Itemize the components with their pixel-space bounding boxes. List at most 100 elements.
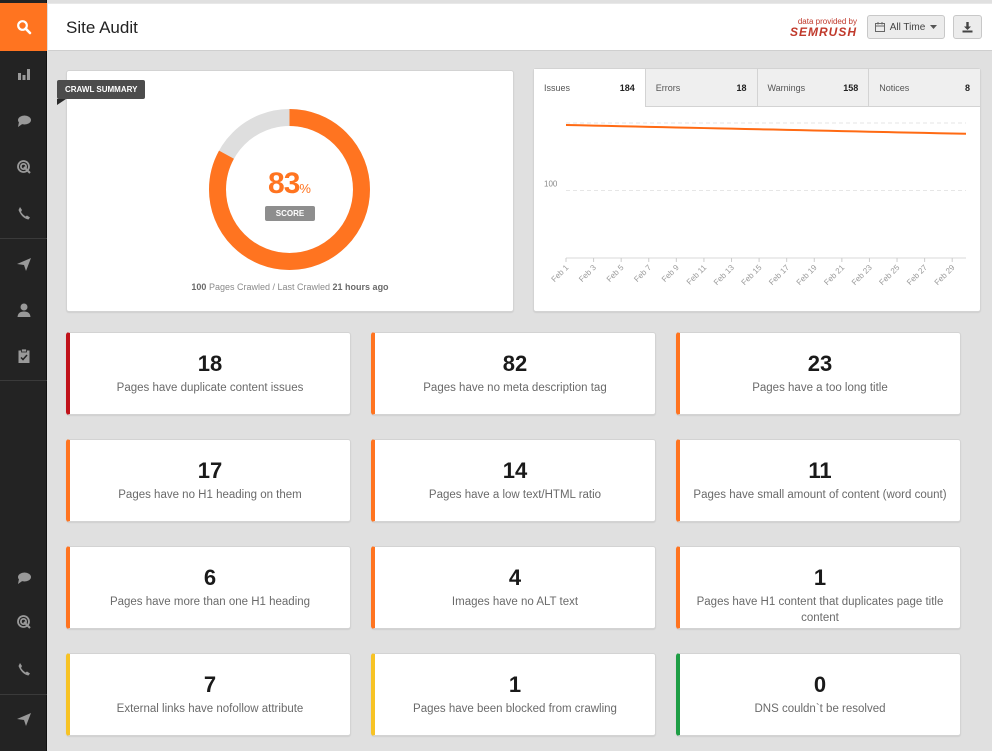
time-filter-dropdown[interactable]: All Time (867, 15, 945, 39)
sidebar (0, 0, 47, 751)
issue-count: 18 (197, 351, 223, 376)
sidebar-item-chat[interactable] (0, 98, 47, 144)
x-tick-label: Feb 11 (685, 263, 709, 287)
issue-card[interactable]: 82 Pages have no meta description tag (371, 332, 656, 415)
crawl-summary-ribbon: CRAWL SUMMARY (57, 80, 146, 99)
sidebar-item-chat-2[interactable] (0, 555, 47, 601)
x-tick-label: Feb 23 (850, 263, 874, 287)
x-tick-label: Feb 29 (933, 263, 957, 287)
sidebar-item-tasks[interactable] (0, 333, 47, 379)
x-tick-label: Feb 13 (712, 263, 736, 287)
issue-description: Pages have been blocked from crawling (413, 703, 617, 715)
issue-card[interactable]: 18 Pages have duplicate content issues (66, 332, 351, 415)
sidebar-item-target[interactable] (0, 144, 47, 190)
sidebar-item-user[interactable] (0, 287, 47, 333)
sidebar-item-search[interactable] (0, 3, 47, 51)
issue-count: 82 (502, 351, 528, 376)
issue-description: Pages have a low text/HTML ratio (428, 489, 602, 501)
issue-card[interactable]: 0 DNS couldn`t be resolved (676, 653, 961, 736)
issue-description: Pages have H1 content that duplicates pa… (696, 596, 944, 624)
issue-card[interactable]: 11 Pages have small amount of content (wo… (676, 439, 961, 522)
tab-label: Warnings (767, 82, 806, 93)
score-value: 83% (208, 167, 371, 201)
issue-description: Pages have duplicate content issues (116, 382, 304, 394)
x-tick-label: Feb 19 (795, 263, 819, 287)
semrush-logo: semrush (789, 25, 857, 39)
x-tick-label: Feb 25 (877, 263, 901, 287)
caret-down-icon (930, 25, 938, 29)
x-tick-label: Feb 21 (822, 263, 846, 287)
issue-card[interactable]: 1 Pages have been blocked from crawling (371, 653, 656, 736)
sidebar-item-analytics[interactable] (0, 51, 47, 97)
tab-notices[interactable]: Notices 8 (868, 69, 980, 107)
pages-crawled-count: 100 (191, 282, 207, 292)
download-icon (962, 21, 973, 32)
target-icon (16, 160, 31, 174)
phone-icon (18, 207, 30, 220)
tab-errors[interactable]: Errors 18 (644, 69, 757, 107)
search-icon (16, 20, 31, 35)
data-provider: data provided by semrush (790, 17, 857, 38)
page-header: Site Audit data provided by semrush All … (48, 3, 992, 51)
crawl-info: 100 Pages Crawled / Last Crawled 21 hour… (66, 282, 514, 292)
score-number: 83 (268, 167, 300, 200)
tab-count: 8 (964, 82, 970, 93)
issue-tabs: Issues 184 Errors 18 Warnings 158 Notices 8 (534, 69, 980, 107)
last-crawled-time: 21 hours ago (332, 282, 389, 292)
issue-description: DNS couldn`t be resolved (754, 703, 886, 715)
page-title: Site Audit (66, 18, 138, 37)
issue-description: Pages have no meta description tag (423, 382, 607, 394)
issue-count: 6 (203, 565, 217, 590)
sidebar-item-send[interactable] (0, 241, 47, 287)
issue-card[interactable]: 4 Images have no ALT text (371, 546, 656, 629)
issues-line-chart: 100 Feb 1 Feb 3 Feb 5 Feb 7 Feb 9 Feb 11 Feb 13… (544, 122, 967, 287)
tab-label: Notices (879, 82, 910, 93)
chat-icon (17, 572, 31, 584)
chat-icon (17, 115, 31, 127)
phone-icon (18, 663, 30, 676)
issue-card[interactable]: 1 Pages have H1 content that duplicates p… (676, 546, 961, 629)
send-icon (16, 713, 31, 726)
issue-card[interactable]: 23 Pages have a too long title (676, 332, 961, 415)
issue-card[interactable]: 7 External links have nofollow attribute (66, 653, 351, 736)
issue-count: 11 (808, 458, 832, 483)
issue-description: Pages have more than one H1 heading (109, 596, 311, 608)
issue-count: 4 (508, 565, 522, 590)
calendar-icon (874, 22, 885, 32)
x-tick-label: Feb 3 (577, 263, 598, 284)
issue-count: 0 (813, 672, 827, 697)
tab-warnings[interactable]: Warnings 158 (756, 69, 869, 107)
clipboard-check-icon (18, 348, 29, 363)
time-filter-value: All Time (889, 21, 926, 33)
issue-count: 14 (502, 458, 528, 483)
sidebar-item-send-2[interactable] (0, 696, 47, 742)
issue-description: Pages have no H1 heading on them (118, 489, 302, 501)
sidebar-item-phone-2[interactable] (0, 646, 47, 692)
bar-chart-icon (17, 69, 30, 80)
sidebar-divider (0, 694, 47, 695)
tab-issues[interactable]: Issues 184 (534, 69, 645, 107)
issues-chart-card: Issues 184 Errors 18 Warnings 158 Notices 8 … (533, 68, 981, 312)
x-tick-label: Feb 27 (905, 263, 929, 287)
send-icon (16, 258, 31, 271)
issue-card[interactable]: 14 Pages have a low text/HTML ratio (371, 439, 656, 522)
tab-count: 184 (619, 82, 635, 93)
y-tick-label: 100 (544, 180, 558, 189)
issue-description: Images have no ALT text (451, 596, 579, 608)
x-tick-label: Feb 17 (767, 263, 791, 287)
user-icon (17, 303, 30, 317)
issue-count: 17 (197, 458, 223, 483)
issue-description: External links have nofollow attribute (116, 703, 304, 715)
issue-card[interactable]: 6 Pages have more than one H1 heading (66, 546, 351, 629)
series-line-issues (565, 124, 967, 135)
sidebar-item-target-2[interactable] (0, 599, 47, 645)
x-tick-label: Feb 9 (660, 263, 681, 284)
x-tick-label: Feb 15 (740, 263, 764, 287)
sidebar-divider (0, 238, 47, 239)
download-button[interactable] (953, 15, 982, 39)
issue-count: 1 (508, 672, 522, 697)
issue-description: Pages have a too long title (752, 382, 888, 394)
sidebar-item-phone[interactable] (0, 190, 47, 236)
sidebar-divider (0, 380, 47, 381)
issue-card[interactable]: 17 Pages have no H1 heading on them (66, 439, 351, 522)
